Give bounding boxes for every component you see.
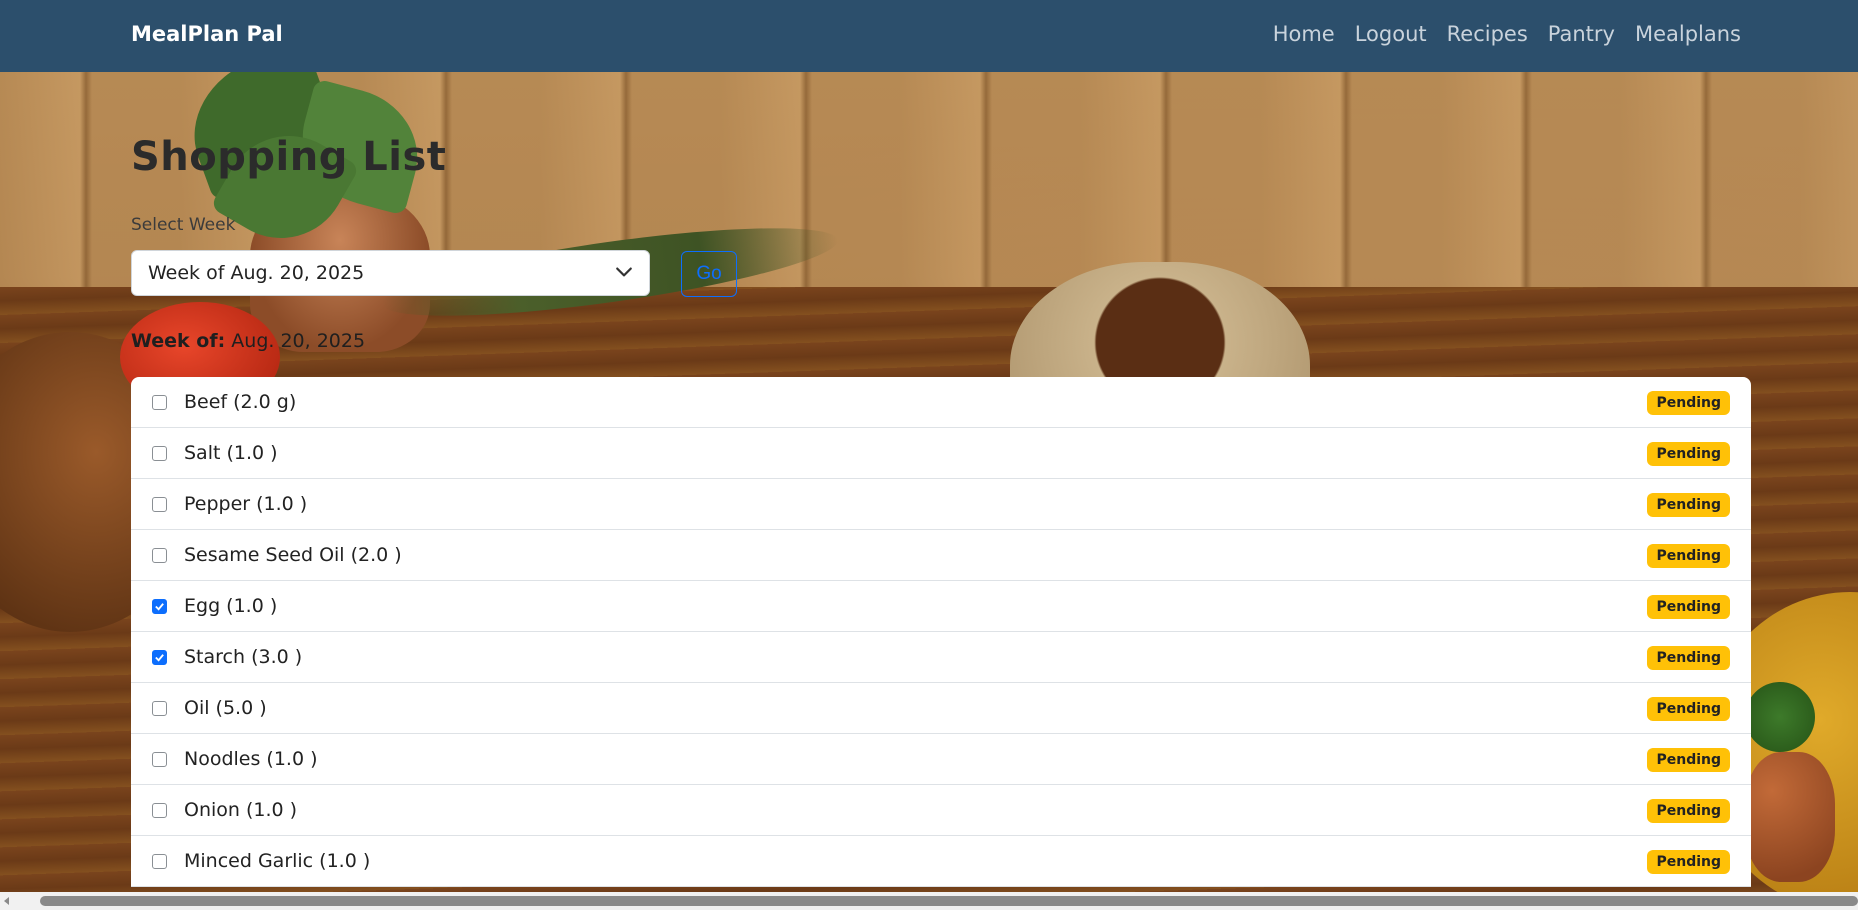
nav-recipes[interactable]: Recipes (1447, 22, 1528, 46)
item-checkbox[interactable] (152, 445, 167, 461)
item-label: Starch (3.0 ) (184, 646, 303, 668)
item-label: Salt (1.0 ) (184, 442, 278, 464)
item-checkbox[interactable] (152, 853, 167, 869)
item-label: Egg (1.0 ) (184, 595, 278, 617)
item-checkbox[interactable] (152, 751, 167, 767)
week-of-label: Week of: (131, 330, 226, 352)
status-badge: Pending (1647, 850, 1730, 874)
item-label: Noodles (1.0 ) (184, 748, 318, 770)
check-icon (155, 653, 164, 662)
item-label: Pepper (1.0 ) (184, 493, 308, 515)
week-of-value: Aug. 20, 2025 (231, 330, 366, 352)
horizontal-scrollbar[interactable] (0, 892, 1858, 910)
item-checkbox[interactable] (152, 649, 167, 665)
nav-pantry[interactable]: Pantry (1548, 22, 1615, 46)
item-checkbox[interactable] (152, 598, 167, 614)
status-badge: Pending (1647, 748, 1730, 772)
list-item: Oil (5.0 ) Pending (131, 683, 1751, 734)
status-badge: Pending (1647, 697, 1730, 721)
item-checkbox[interactable] (152, 496, 167, 512)
select-week-label: Select Week (131, 215, 236, 235)
list-item: Minced Garlic (1.0 ) Pending (131, 836, 1751, 887)
week-select-value: Week of Aug. 20, 2025 (148, 262, 365, 284)
item-label: Sesame Seed Oil (2.0 ) (184, 544, 402, 566)
week-of-text: Week of: Aug. 20, 2025 (131, 330, 365, 352)
list-item: Pepper (1.0 ) Pending (131, 479, 1751, 530)
go-button[interactable]: Go (681, 251, 737, 297)
nav-mealplans[interactable]: Mealplans (1635, 22, 1741, 46)
status-badge: Pending (1647, 646, 1730, 670)
week-select[interactable]: Week of Aug. 20, 2025 (131, 250, 650, 296)
status-badge: Pending (1647, 799, 1730, 823)
list-item: Beef (2.0 g) Pending (131, 377, 1751, 428)
item-label: Minced Garlic (1.0 ) (184, 850, 371, 872)
item-label: Oil (5.0 ) (184, 697, 267, 719)
brand-link[interactable]: MealPlan Pal (131, 22, 283, 46)
nav-links: Home Logout Recipes Pantry Mealplans (1273, 22, 1741, 46)
navbar: MealPlan Pal Home Logout Recipes Pantry … (0, 0, 1858, 72)
item-checkbox[interactable] (152, 547, 167, 563)
list-item: Sesame Seed Oil (2.0 ) Pending (131, 530, 1751, 581)
nav-logout[interactable]: Logout (1355, 22, 1427, 46)
status-badge: Pending (1647, 442, 1730, 466)
scroll-left-arrow-icon[interactable] (4, 897, 9, 905)
check-icon (155, 602, 164, 611)
status-badge: Pending (1647, 544, 1730, 568)
shopping-list: Beef (2.0 g) Pending Salt (1.0 ) Pending… (131, 377, 1751, 887)
status-badge: Pending (1647, 493, 1730, 517)
nav-home[interactable]: Home (1273, 22, 1335, 46)
list-item: Egg (1.0 ) Pending (131, 581, 1751, 632)
page-title: Shopping List (131, 134, 447, 180)
scrollbar-thumb[interactable] (40, 896, 1858, 906)
list-item: Salt (1.0 ) Pending (131, 428, 1751, 479)
item-label: Beef (2.0 g) (184, 391, 297, 413)
list-item: Onion (1.0 ) Pending (131, 785, 1751, 836)
list-item: Noodles (1.0 ) Pending (131, 734, 1751, 785)
list-item: Starch (3.0 ) Pending (131, 632, 1751, 683)
chevron-down-icon (616, 267, 632, 277)
item-checkbox[interactable] (152, 802, 167, 818)
status-badge: Pending (1647, 391, 1730, 415)
status-badge: Pending (1647, 595, 1730, 619)
item-label: Onion (1.0 ) (184, 799, 298, 821)
item-checkbox[interactable] (152, 394, 167, 410)
item-checkbox[interactable] (152, 700, 167, 716)
